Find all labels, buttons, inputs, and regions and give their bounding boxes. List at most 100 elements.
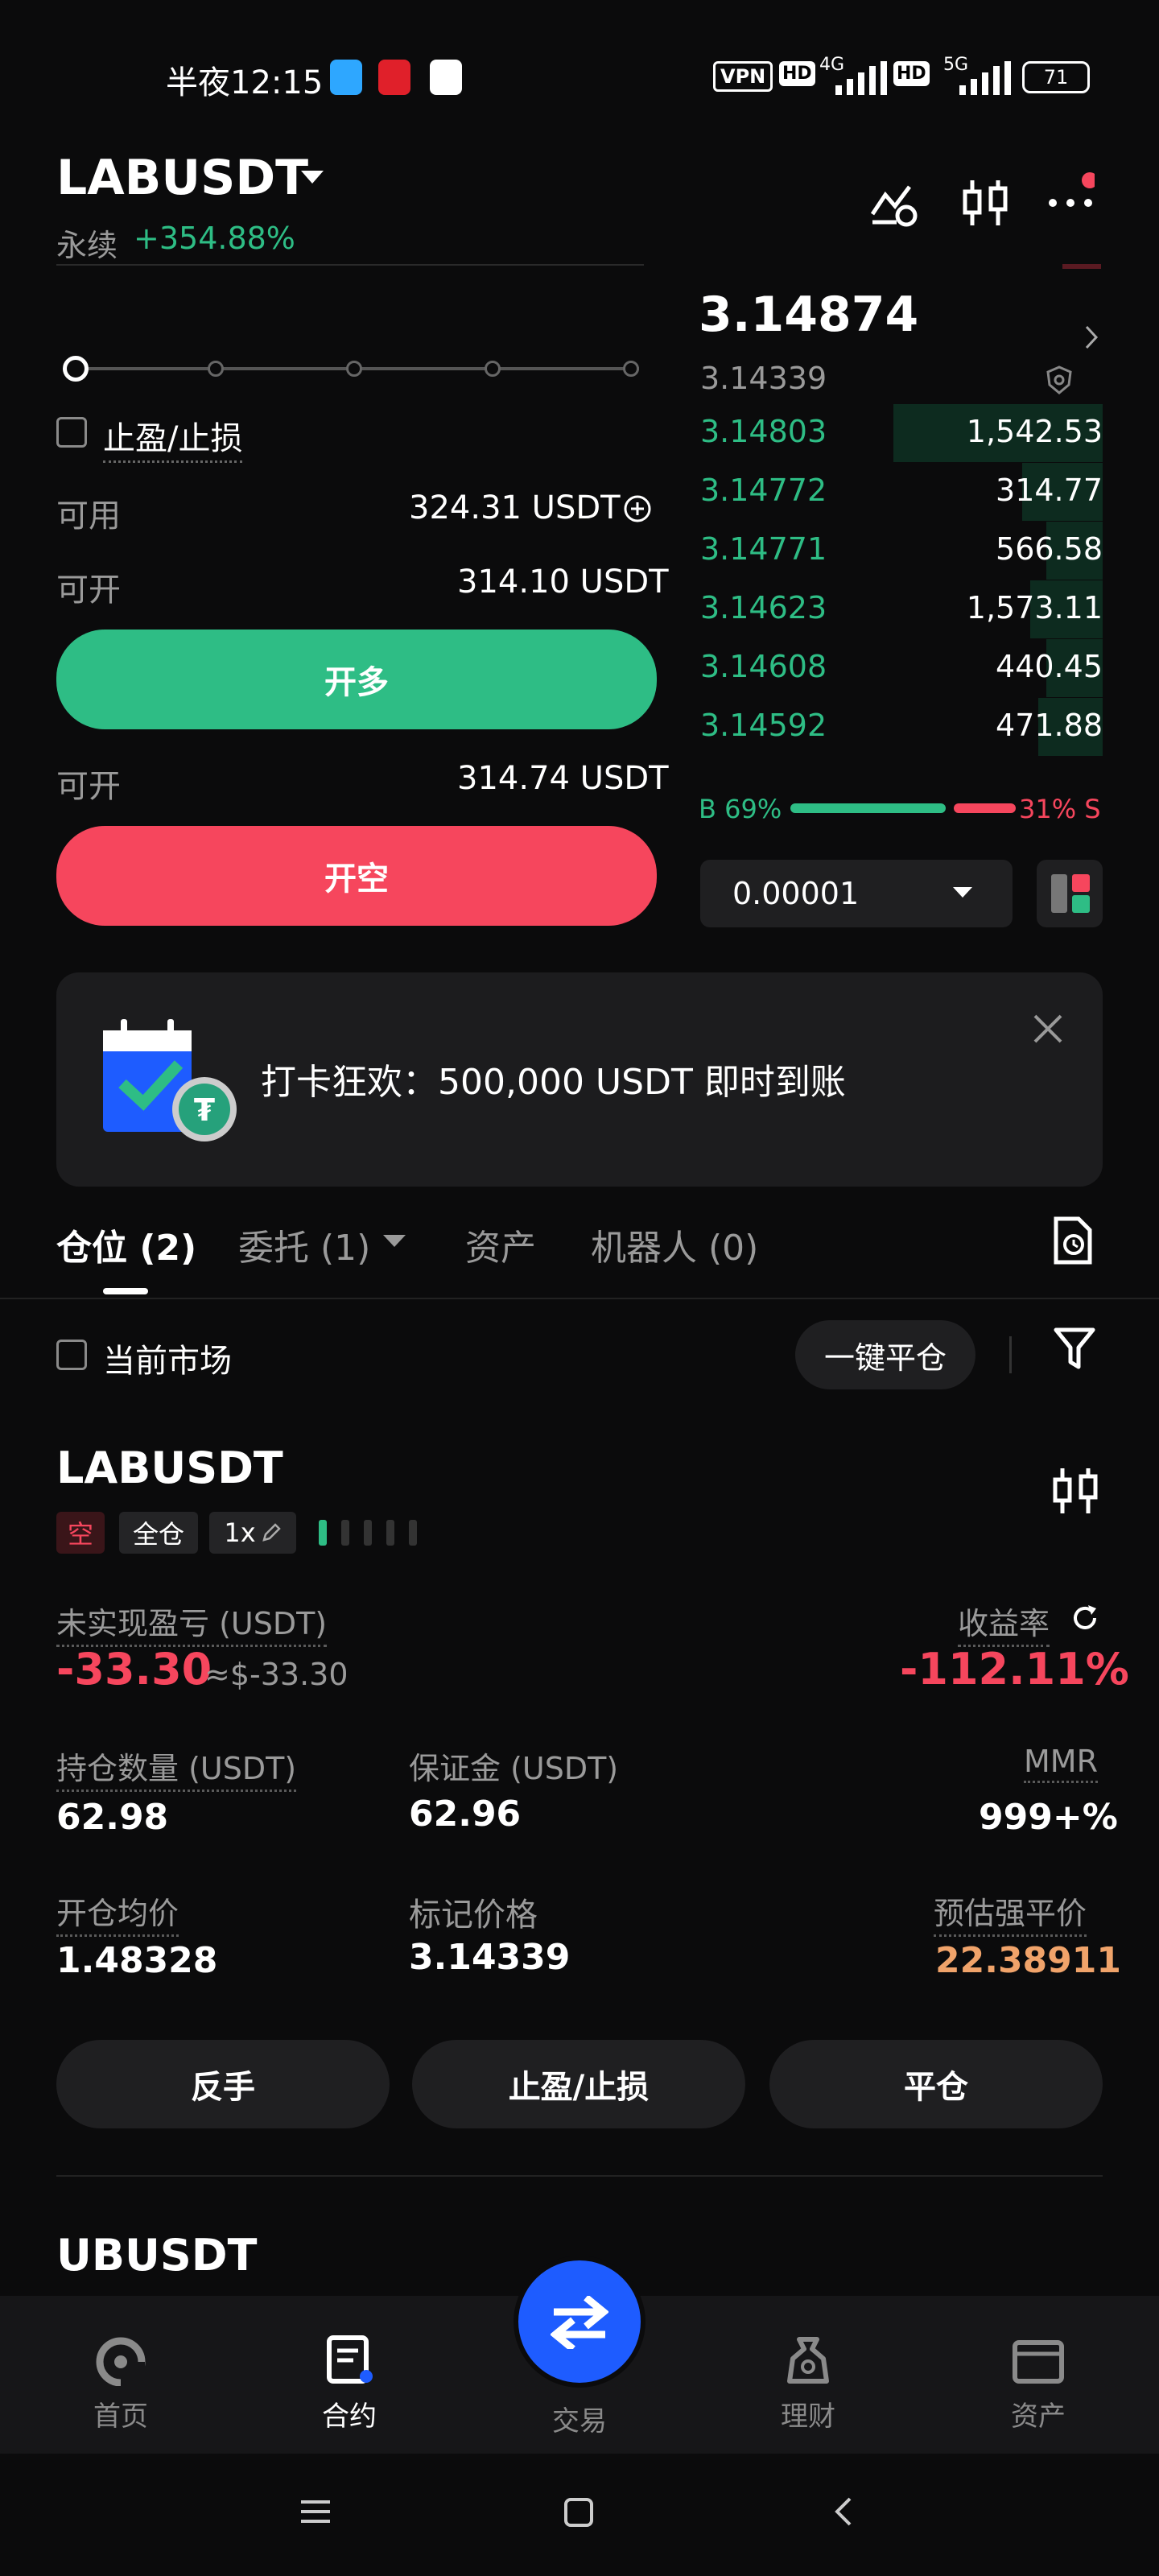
bid-price: 3.14623 xyxy=(700,590,827,625)
max-open-long-value: 314.10 USDT xyxy=(457,564,669,601)
nav-futures[interactable]: 合约 xyxy=(293,2334,406,2434)
tp-sl-button[interactable]: 止盈/止损 xyxy=(412,2040,745,2128)
bid-size: 440.45 xyxy=(996,649,1103,684)
nav-home-label: 首页 xyxy=(93,2401,148,2433)
roe-label[interactable]: 收益率 xyxy=(958,1599,1050,1647)
entry-price-label[interactable]: 开仓均价 xyxy=(56,1889,179,1937)
swap-arrows-icon xyxy=(551,2296,608,2349)
nav-earn[interactable]: 理财 xyxy=(752,2334,864,2434)
status-time: 半夜12:15 xyxy=(166,64,324,101)
close-all-button[interactable]: 一键平仓 xyxy=(795,1320,975,1389)
slider-step[interactable] xyxy=(208,361,224,377)
position-symbol[interactable]: LABUSDT xyxy=(56,1443,283,1493)
adl-bar xyxy=(341,1520,349,1546)
battery-icon: 71 xyxy=(1022,61,1090,93)
nav-futures-label: 合约 xyxy=(322,2401,377,2433)
bid-size: 566.58 xyxy=(996,531,1103,567)
app-notification-icon-3 xyxy=(430,60,462,95)
orderbook-bid-row[interactable]: 3.14623 1,573.11 xyxy=(700,580,1103,638)
price-change: +354.88% xyxy=(134,221,295,256)
transfer-plus-icon[interactable] xyxy=(623,494,652,523)
bid-size: 314.77 xyxy=(996,473,1103,508)
open-short-button[interactable]: 开空 xyxy=(56,826,657,926)
more-menu-icon[interactable] xyxy=(1046,171,1095,224)
bid-size: 471.88 xyxy=(996,708,1103,743)
nav-home[interactable]: 首页 xyxy=(64,2334,177,2434)
symbol-title[interactable]: LABUSDT xyxy=(56,150,308,206)
size-label[interactable]: 持仓数量 (USDT) xyxy=(56,1744,297,1792)
promo-text: 打卡狂欢：500,000 USDT 即时到账 xyxy=(261,1062,846,1103)
chevron-right-icon[interactable] xyxy=(1083,324,1099,351)
back-icon[interactable] xyxy=(832,2496,853,2528)
reverse-button[interactable]: 反手 xyxy=(56,2040,390,2128)
ask-depth-bar xyxy=(1062,264,1101,269)
candlestick-chart-icon[interactable] xyxy=(963,179,1008,227)
orderbook-bid-row[interactable]: 3.14608 440.45 xyxy=(700,639,1103,697)
close-icon[interactable] xyxy=(1032,1013,1064,1045)
bid-price: 3.14771 xyxy=(700,531,827,567)
chevron-down-icon[interactable] xyxy=(383,1235,406,1248)
header-divider xyxy=(56,264,644,266)
tp-sl-checkbox[interactable] xyxy=(56,417,87,448)
filter-icon[interactable] xyxy=(1053,1327,1096,1372)
chevron-down-icon[interactable] xyxy=(301,171,324,185)
slider-step[interactable] xyxy=(346,361,362,377)
chevron-down-icon xyxy=(953,887,972,898)
upnl-label[interactable]: 未实现盈亏 (USDT) xyxy=(56,1599,328,1647)
close-position-button[interactable]: 平仓 xyxy=(769,2040,1103,2128)
leverage-badge[interactable]: 1x xyxy=(209,1512,296,1554)
mmr-label[interactable]: MMR xyxy=(1024,1744,1098,1783)
history-document-icon[interactable] xyxy=(1053,1216,1093,1265)
next-position-symbol[interactable]: UBUSDT xyxy=(56,2230,257,2281)
side-badge: 空 xyxy=(56,1512,105,1554)
nav-assets[interactable]: 资产 xyxy=(982,2334,1095,2434)
filter-separator xyxy=(1009,1336,1012,1373)
orderbook-bid-row[interactable]: 3.14771 566.58 xyxy=(700,522,1103,580)
orderbook-bid-row[interactable]: 3.14772 314.77 xyxy=(700,463,1103,521)
slider-step[interactable] xyxy=(623,361,639,377)
home-button-icon[interactable] xyxy=(563,2497,594,2528)
status-bar: 半夜12:15 VPN HD 4G HD 5G 71 xyxy=(0,0,1159,153)
svg-text:₮: ₮ xyxy=(194,1092,215,1128)
slider-handle[interactable] xyxy=(63,356,89,382)
precision-select[interactable]: 0.00001 xyxy=(700,860,1013,927)
bid-price: 3.14592 xyxy=(700,708,827,743)
available-label: 可用 xyxy=(56,497,121,535)
tp-sl-label: 止盈/止损 xyxy=(103,412,243,463)
signal-icon-2 xyxy=(959,61,1011,95)
max-open-short-value: 314.74 USDT xyxy=(457,760,669,797)
recent-apps-icon[interactable] xyxy=(299,2499,332,2524)
tab-positions[interactable]: 仓位 (2) xyxy=(56,1219,196,1270)
tab-bots[interactable]: 机器人 (0) xyxy=(591,1219,758,1270)
tab-assets[interactable]: 资产 xyxy=(465,1219,536,1270)
orderbook-bid-row[interactable]: 3.14592 471.88 xyxy=(700,698,1103,756)
tabs-divider xyxy=(0,1298,1159,1299)
nav-trade-label[interactable]: 交易 xyxy=(523,2399,636,2438)
sell-ratio-bar xyxy=(954,803,1016,813)
contract-type: 永续 xyxy=(56,228,118,263)
roe-value: -112.11% xyxy=(900,1644,1129,1695)
candlestick-chart-icon[interactable] xyxy=(1053,1467,1098,1515)
bid-size: 1,542.53 xyxy=(966,414,1103,449)
slider-step[interactable] xyxy=(485,361,501,377)
trade-fab-button[interactable] xyxy=(514,2256,645,2388)
mark-price: 3.14339 xyxy=(700,361,827,396)
earn-icon xyxy=(787,2337,829,2384)
orderbook-layout-button[interactable] xyxy=(1037,860,1103,927)
tab-orders[interactable]: 委托 (1) xyxy=(238,1219,370,1270)
liq-price-label[interactable]: 预估强平价 xyxy=(934,1889,1087,1937)
current-market-checkbox[interactable] xyxy=(56,1340,87,1370)
refresh-icon[interactable] xyxy=(1070,1604,1099,1633)
margin-label: 保证金 (USDT) xyxy=(409,1751,619,1786)
promo-banner[interactable]: ₮ 打卡狂欢：500,000 USDT 即时到账 xyxy=(56,972,1103,1187)
open-long-button[interactable]: 开多 xyxy=(56,630,657,729)
orderbook-bid-row[interactable]: 3.14803 1,542.53 xyxy=(700,404,1103,462)
signal-icon xyxy=(835,61,887,95)
last-price[interactable]: 3.14874 xyxy=(699,287,918,343)
price-alert-icon[interactable] xyxy=(869,179,921,227)
max-open-long-label: 可开 xyxy=(56,572,121,609)
wallet-icon xyxy=(1013,2340,1064,2384)
precision-value: 0.00001 xyxy=(732,876,860,911)
home-icon xyxy=(96,2337,146,2387)
bid-price: 3.14608 xyxy=(700,649,827,684)
